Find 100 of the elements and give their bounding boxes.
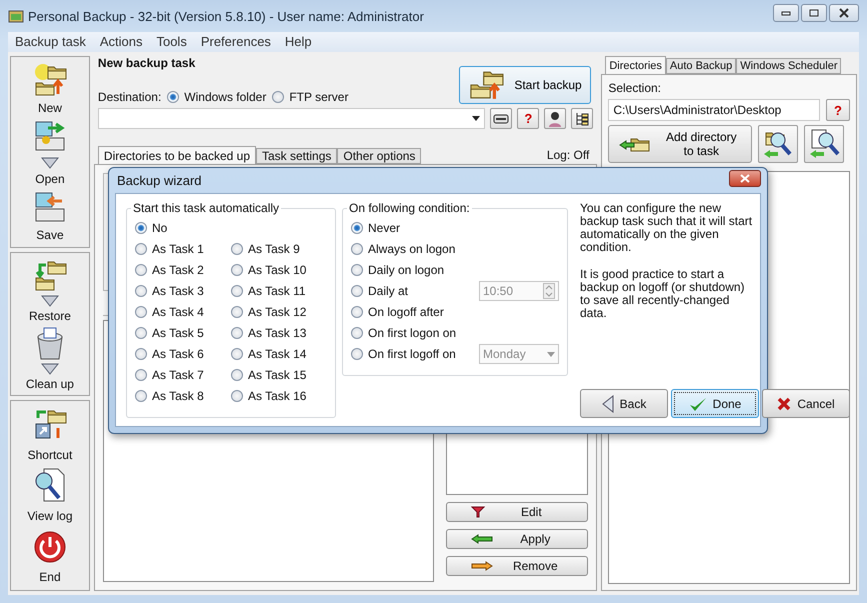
radio-option[interactable]: As Task 15 (231, 368, 327, 382)
radio-option[interactable]: As Task 1 (135, 242, 231, 256)
action-button[interactable]: Apply (446, 529, 588, 549)
close-button[interactable] (829, 4, 859, 22)
tree-button[interactable] (571, 108, 594, 129)
radio-option[interactable]: Daily at (351, 284, 408, 298)
toolbar-button[interactable]: Shortcut (28, 448, 72, 462)
radio-circle[interactable] (231, 264, 243, 276)
toolbar-button[interactable]: Save (36, 228, 64, 242)
radio-option[interactable]: As Task 3 (135, 284, 231, 298)
minimize-button[interactable] (773, 4, 799, 22)
help-button[interactable]: ? (517, 108, 540, 129)
radio-option[interactable]: Always on logon (351, 242, 456, 256)
radio-circle[interactable] (135, 390, 147, 402)
add-directory-button[interactable]: Add directory to task (608, 125, 752, 163)
tab[interactable]: Directories to be backed up (98, 146, 256, 164)
task-title: New backup task (98, 56, 196, 70)
radio-option[interactable]: On first logon on (351, 326, 456, 340)
radio-option[interactable]: As Task 10 (231, 263, 327, 277)
radio-option[interactable]: Daily on logon (351, 263, 444, 277)
radio-circle[interactable] (135, 264, 147, 276)
radio-option[interactable]: As Task 16 (231, 389, 327, 403)
dialog-button[interactable]: Cancel (762, 389, 850, 418)
toolbar-button[interactable]: End (39, 570, 61, 584)
radio-circle[interactable] (231, 285, 243, 297)
radio-option[interactable]: As Task 4 (135, 305, 231, 319)
radio-circle[interactable] (231, 306, 243, 318)
toolbar-button[interactable]: Restore (28, 308, 71, 322)
group-title: On following condition: (347, 201, 472, 215)
radio-circle[interactable] (231, 348, 243, 360)
menu-item[interactable]: Actions (92, 32, 150, 52)
radio-option[interactable]: As Task 14 (231, 347, 327, 361)
drive-button[interactable] (490, 108, 512, 129)
radio-circle[interactable] (351, 222, 363, 234)
tab[interactable]: Windows Scheduler (736, 58, 842, 74)
radio-option[interactable]: On logoff after (351, 305, 444, 319)
menu-item[interactable]: Tools (149, 32, 194, 52)
menu-item[interactable]: Backup task (8, 32, 93, 52)
radio-circle[interactable] (351, 327, 363, 339)
radio-option[interactable]: As Task 9 (231, 242, 327, 256)
radio-circle[interactable] (231, 390, 243, 402)
radio-circle[interactable] (231, 369, 243, 381)
radio-option[interactable]: As Task 5 (135, 326, 231, 340)
tab[interactable]: Other options (337, 148, 422, 164)
destination-field[interactable] (98, 108, 486, 129)
dialog-button[interactable]: Done (671, 389, 759, 418)
tab[interactable]: Directories (605, 56, 666, 74)
app-icon (8, 8, 24, 24)
radio-circle[interactable] (351, 285, 363, 297)
radio-option[interactable]: As Task 12 (231, 305, 327, 319)
radio-circle[interactable] (351, 243, 363, 255)
radio-circle[interactable] (135, 369, 147, 381)
close-icon (839, 8, 849, 18)
dialog-button[interactable]: Back (580, 389, 668, 418)
radio-option[interactable]: Never (351, 221, 400, 235)
radio-option[interactable]: As Task 11 (231, 284, 327, 298)
search-folder-button[interactable] (758, 125, 798, 163)
window-title: Personal Backup - 32-bit (Version 5.8.10) - User name: Administrator (28, 8, 424, 24)
radio-option[interactable]: As Task 7 (135, 368, 231, 382)
start-backup-button[interactable]: Start backup (459, 66, 592, 104)
radio-circle[interactable] (351, 306, 363, 318)
menu-item[interactable]: Help (278, 32, 319, 52)
radio-circle[interactable] (351, 348, 363, 360)
action-button[interactable]: Remove (446, 556, 588, 576)
destination-option[interactable]: FTP server (272, 90, 348, 104)
maximize-button[interactable] (801, 4, 827, 22)
radio-circle[interactable] (135, 222, 147, 234)
radio-circle[interactable] (135, 348, 147, 360)
radio-circle[interactable] (135, 243, 147, 255)
destination-option[interactable]: Windows folder (167, 90, 266, 104)
toolbar-button[interactable]: New (38, 100, 62, 115)
description-text: It is good practice to start a backup on logoff (or shutdown) to save all recently-changed data. (580, 268, 746, 320)
toolbar-button[interactable]: View log (27, 509, 73, 524)
radio-circle[interactable] (351, 264, 363, 276)
radio-option[interactable]: As Task 2 (135, 263, 231, 277)
radio-option[interactable]: On first logoff on (351, 347, 456, 361)
tab[interactable]: Auto Backup (666, 58, 736, 74)
search-file-button[interactable] (804, 125, 844, 163)
radio-circle[interactable] (231, 243, 243, 255)
radio-option[interactable]: As Task 6 (135, 347, 231, 361)
radio-circle[interactable] (167, 91, 180, 103)
radio-circle[interactable] (135, 306, 147, 318)
radio-circle[interactable] (135, 327, 147, 339)
menu-item[interactable]: Preferences (194, 32, 278, 52)
radio-option[interactable]: As Task 8 (135, 389, 231, 403)
description-text: You can configure the new backup task such that it will start automatically on the given condition. (580, 202, 754, 254)
radio-circle[interactable] (135, 285, 147, 297)
user-button[interactable] (544, 108, 566, 129)
funnel-icon (471, 506, 486, 518)
radio-option[interactable]: No (135, 221, 327, 235)
radio-circle[interactable] (272, 91, 284, 103)
toolbar-button[interactable]: Open (35, 172, 65, 186)
radio-option[interactable]: As Task 13 (231, 326, 327, 340)
close-button[interactable] (729, 170, 761, 187)
help-button[interactable]: ? (826, 99, 850, 121)
radio-circle[interactable] (231, 327, 243, 339)
action-button[interactable]: Edit (446, 502, 588, 522)
toolbar-button[interactable]: Clean up (26, 376, 74, 390)
tab[interactable]: Task settings (256, 148, 338, 164)
selection-field[interactable]: C:\Users\Administrator\Desktop (608, 99, 820, 121)
